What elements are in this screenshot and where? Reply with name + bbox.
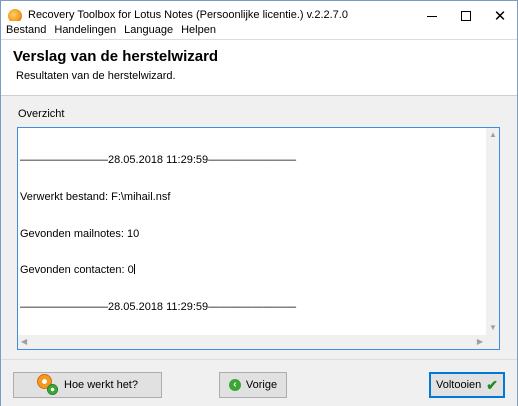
scroll-down-icon[interactable]: ▼ <box>489 324 497 332</box>
menu-handelingen[interactable]: Handelingen <box>49 24 119 36</box>
page-title: Verslag van de herstelwizard <box>13 48 219 65</box>
back-button[interactable]: ‹ Vorige <box>219 372 287 398</box>
menu-language[interactable]: Language <box>119 24 176 36</box>
how-it-works-button[interactable]: Hoe werkt het? <box>13 372 162 398</box>
checkmark-icon: ✔ <box>486 377 498 393</box>
scroll-right-icon[interactable]: ▶ <box>477 338 483 346</box>
finish-label: Voltooien <box>436 379 482 391</box>
report-line: Gevonden contacten: 0 <box>20 264 134 277</box>
minimize-icon <box>427 15 437 17</box>
window-title: Recovery Toolbox for Lotus Notes (Persoo… <box>28 9 348 21</box>
back-label: Vorige <box>245 379 278 391</box>
horizontal-scrollbar[interactable]: ◀ ▶ <box>18 335 486 349</box>
wizard-header: Verslag van de herstelwizard Resultaten … <box>1 39 517 96</box>
page-subtitle: Resultaten van de herstelwizard. <box>16 70 176 82</box>
back-arrow-icon: ‹ <box>228 379 241 391</box>
menu-bar: Bestand Handelingen Language Helpen <box>1 21 517 39</box>
report-line: ————————28.05.2018 11:29:59———————— <box>20 154 297 167</box>
scroll-up-icon[interactable]: ▲ <box>489 131 497 139</box>
maximize-icon <box>461 11 471 21</box>
report-textarea[interactable]: ————————28.05.2018 11:29:59———————— Verw… <box>17 127 500 350</box>
how-it-works-label: Hoe werkt het? <box>64 379 138 391</box>
finish-button[interactable]: Voltooien ✔ <box>429 372 505 398</box>
report-line: Verwerkt bestand: F:\mihail.nsf <box>20 191 171 203</box>
vertical-scrollbar[interactable]: ▲ ▼ <box>486 128 499 335</box>
overview-label: Overzicht <box>18 108 65 120</box>
report-line: Gevonden mailnotes: 10 <box>20 227 140 240</box>
gears-icon <box>37 374 59 396</box>
scroll-corner <box>486 335 499 349</box>
text-caret <box>133 264 135 275</box>
app-window: Recovery Toolbox for Lotus Notes (Persoo… <box>0 0 518 406</box>
scroll-left-icon[interactable]: ◀ <box>21 338 27 346</box>
report-line-with-caret: Gevonden contacten: 0 <box>20 264 296 276</box>
menu-bestand[interactable]: Bestand <box>1 24 49 36</box>
wizard-footer: Hoe werkt het? ‹ Vorige Voltooien ✔ <box>1 359 517 406</box>
report-line: ————————28.05.2018 11:29:59———————— <box>20 300 297 313</box>
menu-helpen[interactable]: Helpen <box>176 24 219 36</box>
report-text: ————————28.05.2018 11:29:59———————— Verw… <box>20 130 296 337</box>
